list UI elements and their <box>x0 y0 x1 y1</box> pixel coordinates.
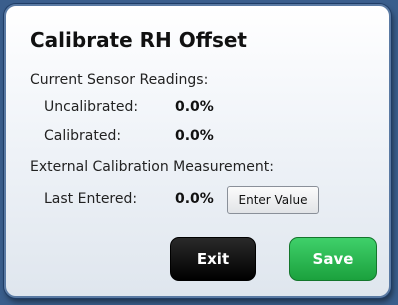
calibrated-value: 0.0% <box>175 128 214 144</box>
uncalibrated-value: 0.0% <box>175 99 214 115</box>
enter-value-button[interactable]: Enter Value <box>227 186 319 214</box>
uncalibrated-label: Uncalibrated: <box>44 99 139 115</box>
external-calibration-heading: External Calibration Measurement: <box>30 159 274 175</box>
last-entered-value: 0.0% <box>175 191 214 207</box>
exit-button[interactable]: Exit <box>170 237 256 281</box>
current-readings-heading: Current Sensor Readings: <box>30 72 209 88</box>
last-entered-label: Last Entered: <box>44 191 138 207</box>
save-button[interactable]: Save <box>289 237 377 281</box>
calibrate-rh-dialog: Calibrate RH Offset Current Sensor Readi… <box>4 4 391 298</box>
dialog-title: Calibrate RH Offset <box>30 28 247 52</box>
calibrated-label: Calibrated: <box>44 128 122 144</box>
